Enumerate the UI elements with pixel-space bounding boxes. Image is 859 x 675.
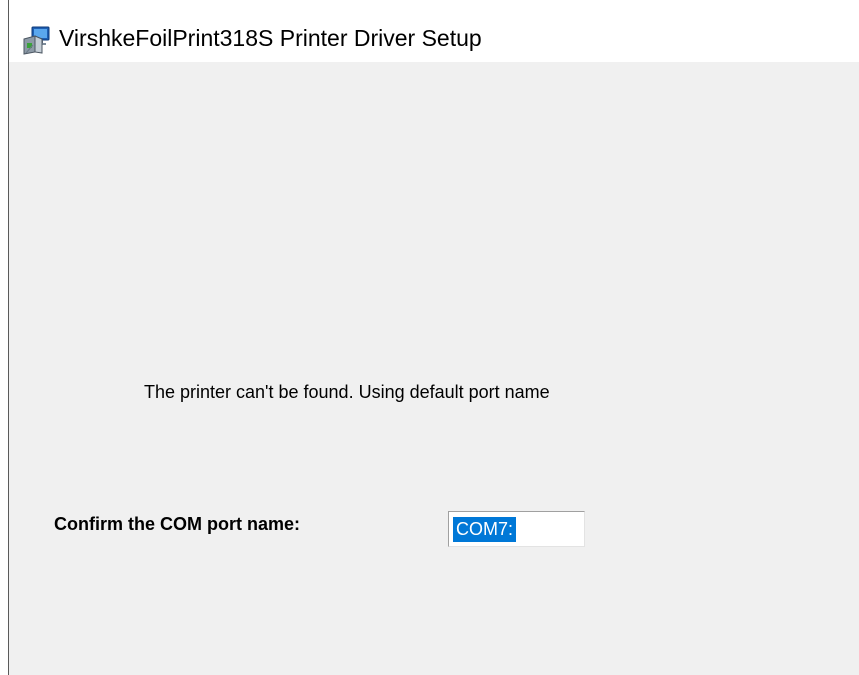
installer-icon xyxy=(22,25,52,55)
window-title: VirshkeFoilPrint318S Printer Driver Setu… xyxy=(59,25,482,51)
com-port-selected-text[interactable]: COM7: xyxy=(453,517,517,542)
dialog-client-area: The printer can't be found. Using defaul… xyxy=(9,62,859,675)
printer-not-found-message: The printer can't be found. Using defaul… xyxy=(144,382,550,402)
com-port-input[interactable]: COM7: xyxy=(448,511,585,547)
title-bar[interactable]: VirshkeFoilPrint318S Printer Driver Setu… xyxy=(9,0,859,62)
setup-dialog-window: VirshkeFoilPrint318S Printer Driver Setu… xyxy=(0,0,859,675)
com-port-label: Confirm the COM port name: xyxy=(54,514,300,534)
